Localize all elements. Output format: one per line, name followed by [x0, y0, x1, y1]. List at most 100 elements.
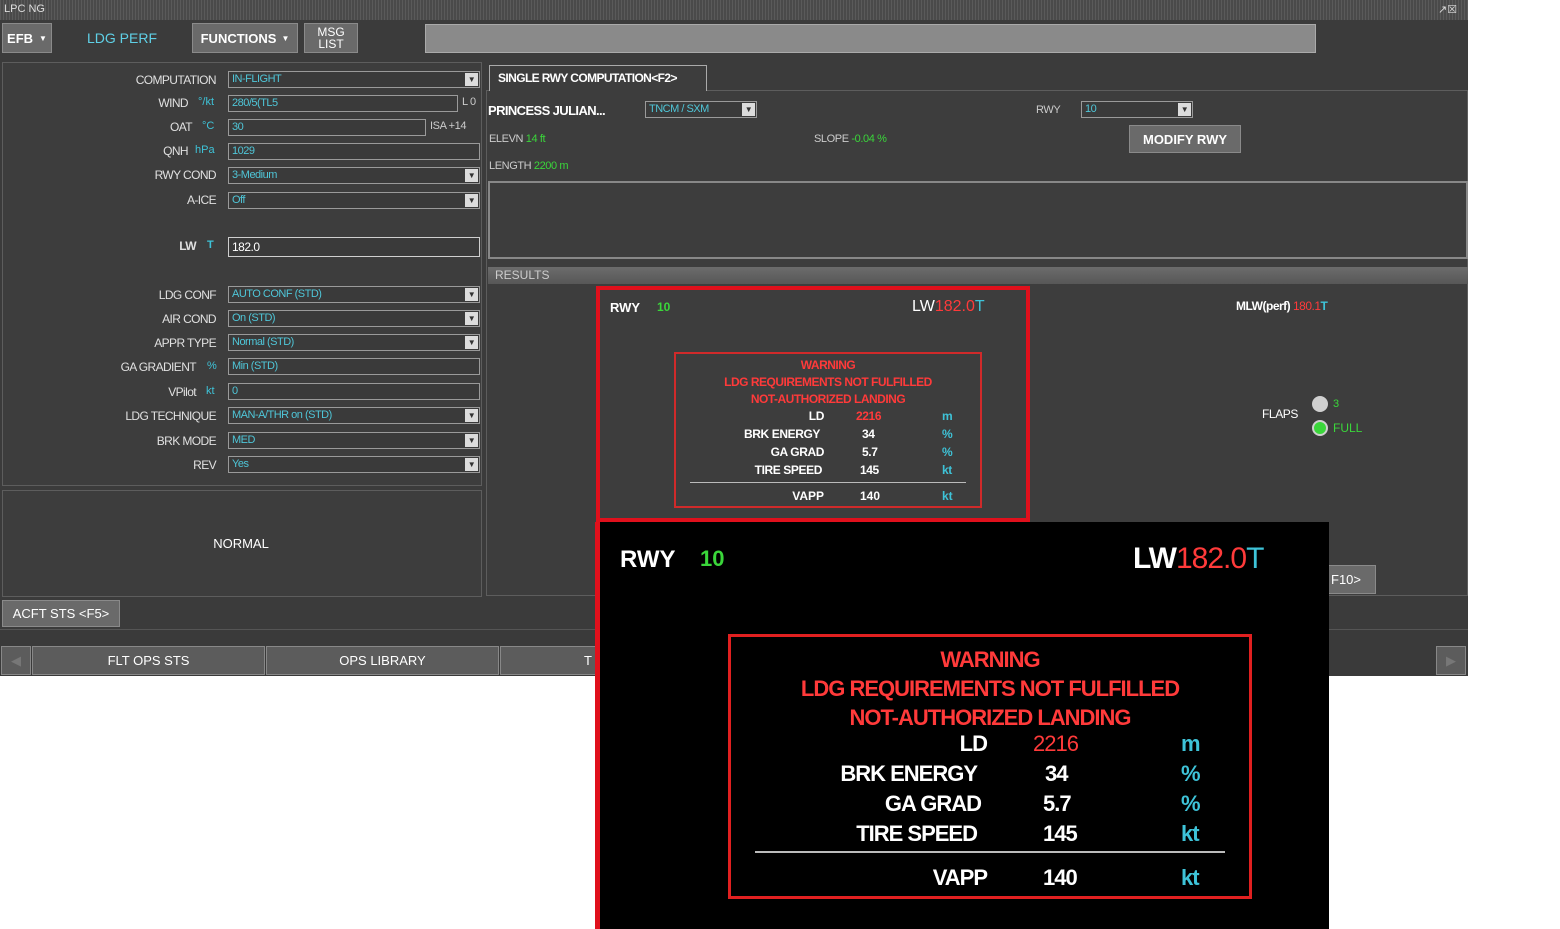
- appr-type-select[interactable]: Normal (STD) ▼: [228, 334, 480, 351]
- status-panel: NORMAL: [2, 490, 482, 597]
- f10-button[interactable]: F10>: [1326, 565, 1376, 594]
- nav-next-icon[interactable]: ▶: [1436, 646, 1466, 675]
- rwy-select[interactable]: 10 ▼: [1081, 101, 1193, 118]
- acft-sts-button[interactable]: ACFT STS <F5>: [2, 600, 120, 627]
- warning-text: WARNING LDG REQUIREMENTS NOT FULFILLED N…: [724, 358, 932, 406]
- chevron-down-icon: ▼: [465, 169, 478, 182]
- row-brk-energy: BRK ENERGY 34 %: [743, 427, 953, 441]
- zoom-row-tire-speed: TIRE SPEED 145 kt: [856, 821, 1199, 846]
- brk-mode-select[interactable]: MED ▼: [228, 432, 480, 449]
- flaps-3-radio-icon[interactable]: [1312, 396, 1328, 412]
- functions-label: FUNCTIONS: [200, 30, 277, 46]
- efb-label: EFB: [7, 30, 34, 46]
- zoom-divider: [755, 851, 1225, 853]
- vpilot-unit: kt: [206, 385, 215, 397]
- qnh-input[interactable]: 1029: [228, 143, 480, 160]
- tab-single-rwy[interactable]: SINGLE RWY COMPUTATION<F2>: [489, 65, 707, 91]
- flaps-full-label: FULL: [1333, 421, 1363, 435]
- message-bar: [425, 24, 1316, 53]
- card-lw: LW182.0T: [912, 298, 985, 315]
- airport-name: PRINCESS JULIAN...: [488, 103, 606, 118]
- window-controls-icon[interactable]: ↗☒: [1438, 3, 1457, 16]
- computation-select[interactable]: IN-FLIGHT ▼: [228, 71, 480, 88]
- airport-select[interactable]: TNCM / SXM ▼: [645, 101, 757, 118]
- chevron-down-icon: ▼: [465, 336, 478, 349]
- warning-box: WARNING LDG REQUIREMENTS NOT FULFILLED N…: [674, 352, 982, 508]
- lw-unit: T: [207, 239, 214, 251]
- chevron-down-icon: ▼: [465, 409, 478, 422]
- results-header: RESULTS: [488, 267, 1468, 284]
- chevron-down-icon: ▼: [465, 194, 478, 207]
- appr-type-label: APPR TYPE: [154, 336, 216, 350]
- air-cond-select[interactable]: On (STD) ▼: [228, 310, 480, 327]
- result-card-highlight: RWY 10 LW182.0T WARNING LDG REQUIREMENTS…: [596, 286, 1030, 522]
- ga-gradient-label: GA GRADIENT: [120, 360, 197, 374]
- air-cond-label: AIR COND: [162, 312, 216, 326]
- zoom-row-ga-grad: GA GRAD 5.7 %: [884, 791, 1201, 816]
- length-row: LENGTH 2200 m: [489, 160, 569, 172]
- row-tire-speed: TIRE SPEED 145 kt: [754, 463, 953, 477]
- zoom-result-rows: LD 2216 m BRK ENERGY 34 % GA GRAD 5.7 % …: [731, 731, 1249, 851]
- ldg-technique-label: LDG TECHNIQUE: [125, 409, 216, 423]
- qnh-unit: hPa: [195, 144, 215, 156]
- nav-flt-ops-sts[interactable]: FLT OPS STS: [32, 646, 265, 675]
- flaps-3-label: 3: [1333, 398, 1340, 410]
- zoom-warning-box: WARNING LDG REQUIREMENTS NOT FULFILLED N…: [728, 634, 1252, 899]
- ldg-technique-select[interactable]: MAN-A/THR on (STD) ▼: [228, 407, 480, 424]
- brk-mode-label: BRK MODE: [156, 434, 217, 448]
- card-rwy-value: 10: [657, 300, 671, 314]
- row-ga-grad: GA GRAD 5.7 %: [770, 445, 953, 459]
- msg-list-button[interactable]: MSG LIST: [304, 23, 358, 53]
- computation-label: COMPUTATION: [135, 73, 217, 87]
- rev-label: REV: [193, 458, 216, 472]
- zoom-lw: LW182.0T: [1133, 542, 1264, 575]
- zoom-row-ld: LD 2216 m: [959, 731, 1201, 756]
- vpilot-input[interactable]: 0: [228, 383, 480, 400]
- flaps-full-radio-icon[interactable]: [1312, 420, 1328, 436]
- msg-label-2: LIST: [318, 37, 344, 51]
- nav-ops-library[interactable]: OPS LIBRARY: [266, 646, 499, 675]
- oat-unit: °C: [202, 120, 215, 132]
- chevron-down-icon: ▼: [465, 434, 478, 447]
- rwy-label: RWY: [1036, 104, 1061, 116]
- status-text: NORMAL: [213, 536, 269, 551]
- oat-label: OAT: [170, 120, 193, 134]
- title-bar: LPC NG ↗☒: [0, 0, 1468, 20]
- chevron-down-icon: ▼: [281, 33, 290, 43]
- runway-notes-box: [488, 181, 1468, 259]
- card-rwy-label: RWY: [610, 300, 641, 315]
- zoomed-result-view: RWY 10 LW182.0T WARNING LDG REQUIREMENTS…: [595, 522, 1329, 929]
- oat-input[interactable]: 30: [228, 119, 426, 136]
- zoom-row-brk-energy: BRK ENERGY 34 %: [840, 761, 1200, 786]
- rev-select[interactable]: Yes ▼: [228, 456, 480, 473]
- functions-menu-button[interactable]: FUNCTIONS ▼: [192, 23, 298, 53]
- wind-label: WIND: [158, 96, 188, 110]
- chevron-down-icon: ▼: [465, 288, 478, 301]
- chevron-down-icon: ▼: [1178, 103, 1191, 116]
- divider: [690, 482, 966, 483]
- result-rows: LD 2216 m BRK ENERGY 34 % GA GRAD 5.7 % …: [676, 409, 980, 481]
- ga-gradient-unit: %: [207, 360, 217, 372]
- wind-unit: °/kt: [198, 96, 215, 108]
- wind-input[interactable]: 280/5(TL5: [228, 95, 458, 112]
- tab-ldg-perf[interactable]: LDG PERF: [58, 23, 186, 53]
- qnh-label: QNH: [163, 144, 188, 158]
- ldg-conf-label: LDG CONF: [158, 288, 217, 302]
- row-ld: LD 2216 m: [808, 409, 953, 423]
- aice-label: A-ICE: [186, 193, 217, 207]
- lw-input[interactable]: 182.0: [228, 237, 480, 257]
- chevron-down-icon: ▼: [465, 458, 478, 471]
- chevron-down-icon: ▼: [465, 73, 478, 86]
- wind-suffix: L 0: [462, 96, 476, 108]
- chevron-down-icon: ▼: [39, 33, 47, 43]
- modify-rwy-button[interactable]: MODIFY RWY: [1129, 125, 1241, 153]
- aice-select[interactable]: Off ▼: [228, 192, 480, 209]
- nav-prev-icon[interactable]: ◀: [1, 646, 31, 675]
- vpilot-label: VPilot: [168, 385, 196, 399]
- window-title: LPC NG: [4, 3, 45, 15]
- ldg-conf-select[interactable]: AUTO CONF (STD) ▼: [228, 286, 480, 303]
- flaps-label: FLAPS: [1262, 407, 1299, 421]
- efb-menu-button[interactable]: EFB ▼: [2, 23, 52, 53]
- ga-gradient-input[interactable]: Min (STD): [228, 358, 480, 375]
- rwy-cond-select[interactable]: 3-Medium ▼: [228, 167, 480, 184]
